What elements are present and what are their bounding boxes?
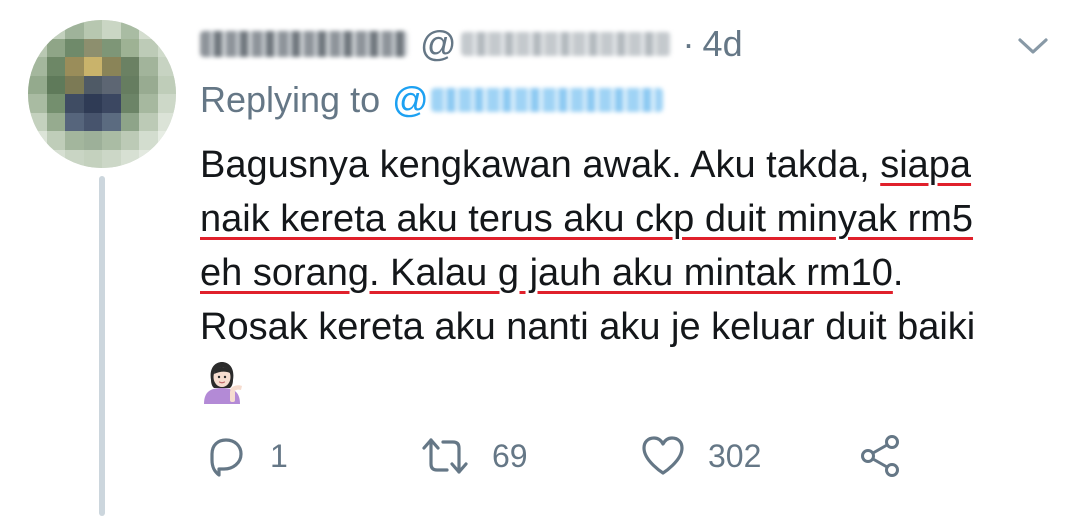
person-tipping-hand-emoji — [204, 362, 242, 404]
replying-to-at-sign: @ — [392, 79, 429, 120]
tweet-text-line: eh sorang. Kalau g jauh aku mintak rm10. — [200, 246, 1070, 300]
tweet-text-highlight: siapa — [880, 144, 972, 186]
author-handle-redacted[interactable] — [460, 32, 671, 56]
chevron-down-icon[interactable] — [1016, 34, 1050, 58]
share-icon[interactable] — [858, 434, 904, 478]
tweet-text-line — [200, 354, 1070, 408]
retweet-action[interactable]: 69 — [420, 432, 528, 480]
avatar[interactable] — [28, 20, 176, 168]
tweet-text-line: Bagusnya kengkawan awak. Aku takda, siap… — [200, 138, 1070, 192]
reply-icon[interactable] — [204, 434, 248, 478]
heart-icon[interactable] — [640, 434, 686, 478]
retweet-icon[interactable] — [420, 434, 470, 478]
tweet-text-highlight: naik kereta aku terus aku ckp duit minya… — [200, 198, 974, 240]
tweet-text-segment: Rosak kereta aku nanti aku je keluar dui… — [200, 306, 976, 348]
tweet-text-segment: . — [892, 252, 904, 294]
tweet-actions: 1 69 302 — [0, 432, 1080, 480]
author-name-redacted[interactable] — [200, 31, 408, 57]
reply-count: 1 — [270, 437, 288, 474]
tweet-text-line: naik kereta aku terus aku ckp duit minya… — [200, 192, 1070, 246]
handle-at-sign: @ — [420, 23, 457, 64]
tweet-body: Bagusnya kengkawan awak. Aku takda, siap… — [200, 138, 1070, 408]
like-count: 302 — [708, 437, 762, 474]
avatar-pixelated-image — [28, 20, 176, 168]
tweet-text-line: Rosak kereta aku nanti aku je keluar dui… — [200, 300, 1070, 354]
share-action[interactable] — [858, 432, 904, 480]
replying-to-label: Replying to — [200, 79, 381, 120]
replying-to-handle-redacted[interactable] — [430, 88, 663, 112]
retweet-count: 69 — [492, 437, 528, 474]
replying-to-line: Replying to @ — [200, 78, 663, 122]
tweet-timestamp[interactable]: 4d — [703, 23, 743, 65]
reply-action[interactable]: 1 — [204, 432, 288, 480]
tweet-text-segment: Bagusnya kengkawan awak. Aku takda, — [200, 144, 881, 186]
separator-dot: · — [682, 23, 695, 64]
like-action[interactable]: 302 — [640, 432, 761, 480]
tweet-text-highlight: eh sorang. Kalau g jauh aku mintak rm10 — [200, 252, 893, 294]
tweet-header: @ · 4d — [200, 22, 743, 66]
